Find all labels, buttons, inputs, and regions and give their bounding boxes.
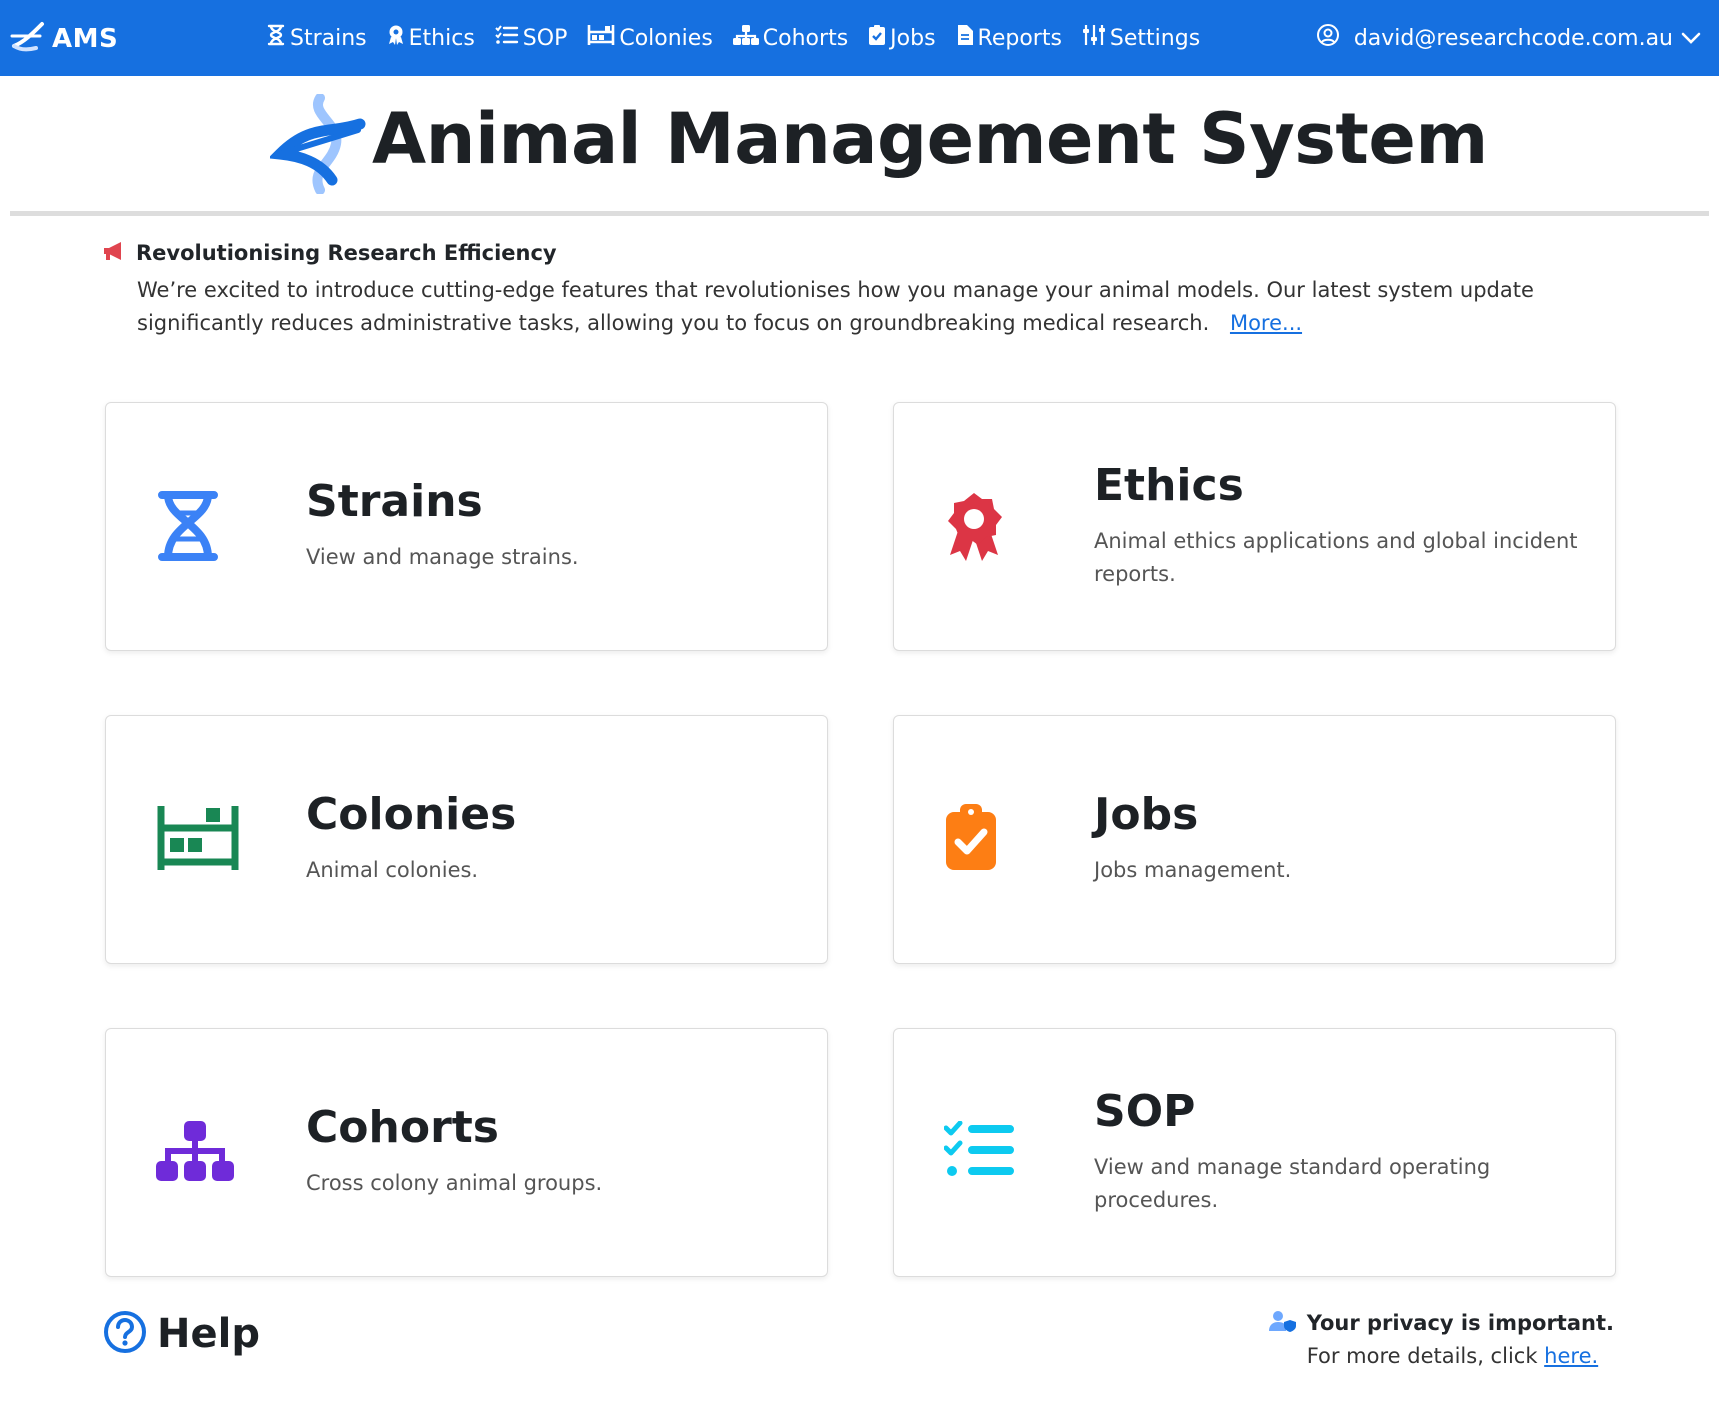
card-ethics[interactable]: Ethics Animal ethics applications and gl… <box>893 402 1616 651</box>
card-text: Jobs Jobs management. <box>1094 788 1594 887</box>
nav-item-label: Reports <box>977 25 1062 51</box>
award-icon <box>387 24 409 52</box>
announcement-title: Revolutionising Research Efficiency <box>136 241 557 265</box>
announcement: Revolutionising Research Efficiency We’r… <box>102 240 1622 340</box>
page-header: Animal Management System <box>0 88 1719 198</box>
card-description: Animal ethics applications and global in… <box>1094 529 1578 586</box>
card-jobs[interactable]: Jobs Jobs management. <box>893 715 1616 964</box>
card-text: SOP View and manage standard operating p… <box>1094 1085 1594 1217</box>
card-description: View and manage strains. <box>306 545 579 569</box>
card-title: Jobs <box>1094 789 1199 840</box>
card-cohorts[interactable]: Cohorts Cross colony animal groups. <box>105 1028 828 1277</box>
nav-item-label: Strains <box>290 25 367 51</box>
dna-icon <box>156 491 220 565</box>
nav-item-label: SOP <box>522 25 568 51</box>
brand-link[interactable]: AMS <box>10 20 118 58</box>
nav-item-colonies[interactable]: Colonies <box>587 24 713 52</box>
card-colonies[interactable]: Colonies Animal colonies. <box>105 715 828 964</box>
card-description: Animal colonies. <box>306 858 479 882</box>
announcement-body: We’re excited to introduce cutting-edge … <box>137 274 1622 340</box>
question-circle-icon <box>103 1310 147 1358</box>
nav-item-sop[interactable]: SOP <box>495 24 568 52</box>
page-title: Animal Management System <box>372 98 1488 180</box>
header-divider <box>10 211 1709 216</box>
card-title: SOP <box>1094 1086 1196 1137</box>
nav-item-ethics[interactable]: Ethics <box>387 24 475 52</box>
sitemap-icon <box>732 24 763 52</box>
user-shield-icon <box>1268 1310 1297 1336</box>
privacy-link[interactable]: here. <box>1544 1344 1598 1368</box>
sitemap-icon <box>156 1121 234 1187</box>
file-icon <box>956 24 978 52</box>
card-title: Colonies <box>306 789 517 840</box>
privacy-header: Your privacy is important. <box>1268 1310 1614 1336</box>
help-label: Help <box>157 1311 260 1357</box>
card-title: Strains <box>306 476 483 527</box>
card-sop[interactable]: SOP View and manage standard operating p… <box>893 1028 1616 1277</box>
nav-item-reports[interactable]: Reports <box>956 24 1062 52</box>
nav-item-strains[interactable]: Strains <box>266 24 367 52</box>
clipboard-check-icon <box>944 804 998 876</box>
privacy-text: For more details, click <box>1306 1344 1538 1368</box>
nav-item-jobs[interactable]: Jobs <box>868 24 936 52</box>
dna-logo-icon <box>267 93 366 198</box>
nav-item-label: Settings <box>1109 25 1201 51</box>
card-text: Cohorts Cross colony animal groups. <box>306 1101 806 1200</box>
checklist-icon <box>943 1120 1014 1183</box>
nav-item-cohorts[interactable]: Cohorts <box>732 24 849 52</box>
announcement-header: Revolutionising Research Efficiency <box>102 240 1622 266</box>
brand-name: AMS <box>52 24 119 54</box>
hourglass-icon <box>266 24 290 52</box>
sliders-icon <box>1082 24 1110 52</box>
help-link[interactable]: Help <box>103 1310 260 1358</box>
card-strains[interactable]: Strains View and manage strains. <box>105 402 828 651</box>
card-title: Cohorts <box>306 1102 499 1153</box>
card-title: Ethics <box>1094 460 1244 511</box>
announcement-text: We’re excited to introduce cutting-edge … <box>137 278 1534 335</box>
top-navbar: AMS Strains Ethics SOP Colonies Cohorts … <box>0 0 1719 76</box>
megaphone-icon <box>102 240 126 266</box>
nav-item-label: Jobs <box>890 25 936 51</box>
more-link[interactable]: More... <box>1230 311 1302 335</box>
nav-links: Strains Ethics SOP Colonies Cohorts Jobs… <box>266 0 1220 76</box>
card-text: Strains View and manage strains. <box>306 475 806 574</box>
privacy-body: For more details, click here. <box>1307 1344 1614 1368</box>
nav-item-label: Ethics <box>408 25 475 51</box>
privacy-notice: Your privacy is important. For more deta… <box>1268 1310 1614 1368</box>
award-ribbon-icon <box>944 491 1004 567</box>
chevron-down-icon <box>1681 26 1701 51</box>
user-menu-dropdown[interactable]: david@researchcode.com.au <box>1316 0 1701 76</box>
card-description: Jobs management. <box>1094 858 1292 882</box>
nav-item-settings[interactable]: Settings <box>1082 24 1200 52</box>
dna-logo-icon <box>10 20 46 58</box>
card-text: Ethics Animal ethics applications and gl… <box>1094 459 1594 591</box>
user-circle-icon <box>1316 23 1340 53</box>
user-email: david@researchcode.com.au <box>1353 25 1673 51</box>
nav-item-label: Colonies <box>619 25 713 51</box>
card-text: Colonies Animal colonies. <box>306 788 806 887</box>
checklist-icon <box>495 24 523 52</box>
card-description: View and manage standard operating proce… <box>1094 1155 1491 1212</box>
privacy-title: Your privacy is important. <box>1306 1311 1614 1335</box>
rack-icon <box>587 24 619 52</box>
card-description: Cross colony animal groups. <box>306 1171 603 1195</box>
rack-icon <box>156 804 240 876</box>
nav-item-label: Cohorts <box>762 25 849 51</box>
clipboard-check-icon <box>868 24 890 52</box>
